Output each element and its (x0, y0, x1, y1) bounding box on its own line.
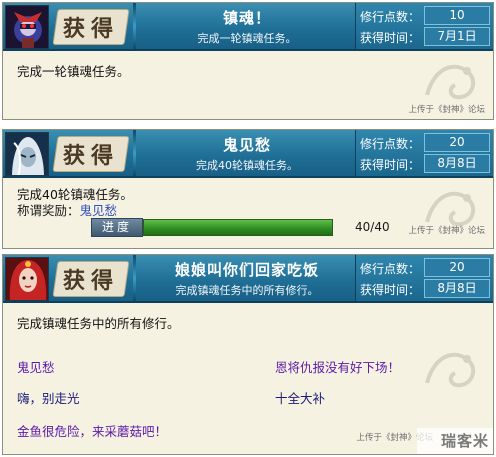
points-row: 修行点数： 20 (356, 133, 494, 153)
dragon-watermark-icon (425, 352, 476, 388)
points-label: 修行点数： (360, 262, 421, 276)
reward-title-link[interactable]: 鬼见愁 (80, 203, 118, 218)
header-divider (133, 255, 136, 301)
progress-count: 40/40 (355, 220, 390, 234)
reward-label: 称谓奖励： (17, 203, 80, 218)
obtained-stamp: 获得 (52, 136, 130, 172)
time-value: 7月1日 (424, 27, 490, 46)
time-label: 获得时间： (360, 158, 421, 172)
achievement-title: 镇魂！ (222, 9, 271, 27)
points-row: 修行点数： 20 (356, 258, 494, 278)
achievement-title: 鬼见愁 (222, 136, 271, 154)
reward-title: 鬼见愁 (17, 360, 55, 375)
achievement-subtitle: 完成40轮镇魂任务。 (196, 159, 298, 172)
progress-bar-fill (144, 220, 332, 235)
reward-title: 嗨，别走光 (17, 391, 80, 406)
achievement-body: 完成一轮镇魂任务。 上传于《封神》论坛 (3, 51, 493, 119)
achievement-title: 娘娘叫你们回家吃饭 (174, 261, 319, 279)
avatar-ghost (5, 132, 49, 176)
progress-label: 进度 (91, 218, 143, 237)
header-divider (133, 130, 136, 176)
achievement-card-1: 获得 镇魂！ 完成一轮镇魂任务。 修行点数： 10 获得时间： 7月1日 完成一… (2, 2, 494, 120)
achievement-description: 完成镇魂任务中的所有修行。 (17, 316, 180, 331)
achievement-body: 完成镇魂任务中的所有修行。 鬼见愁 恩将仇报没有好下场！ 嗨，别走光 十全大补 … (3, 303, 493, 454)
time-row: 获得时间： 8月8日 (356, 279, 494, 299)
points-row: 修行点数： 10 (356, 6, 494, 26)
obtained-stamp: 获得 (52, 9, 130, 45)
time-row: 获得时间： 7月1日 (356, 27, 494, 47)
achievement-header: 获得 鬼见愁 完成40轮镇魂任务。 修行点数： 20 获得时间： 8月8日 (3, 130, 493, 178)
achievement-subtitle: 完成镇魂任务中的所有修行。 (175, 284, 319, 297)
points-value: 20 (424, 133, 490, 152)
achievement-header: 获得 娘娘叫你们回家吃饭 完成镇魂任务中的所有修行。 修行点数： 20 获得时间… (3, 255, 493, 303)
time-row: 获得时间： 8月8日 (356, 154, 494, 174)
reward-title: 恩将仇报没有好下场！ (275, 360, 401, 375)
achievement-stats: 修行点数： 20 获得时间： 8月8日 (355, 255, 493, 301)
reward-title-line: 称谓奖励：鬼见愁 (17, 200, 117, 219)
time-value: 8月8日 (424, 154, 490, 173)
achievement-subtitle: 完成一轮镇魂任务。 (197, 32, 297, 45)
avatar-masked-warrior (5, 5, 49, 49)
obtained-stamp: 获得 (52, 261, 130, 297)
points-label: 修行点数： (360, 137, 421, 151)
avatar-red-haired-lady (5, 257, 49, 301)
points-value: 20 (424, 258, 490, 277)
time-value: 8月8日 (424, 279, 490, 298)
points-value: 10 (424, 6, 490, 25)
achievement-header: 获得 镇魂！ 完成一轮镇魂任务。 修行点数： 10 获得时间： 7月1日 (3, 3, 493, 51)
upload-note: 上传于《封神》论坛 (408, 226, 485, 236)
upload-note: 上传于《封神》论坛 (408, 105, 485, 115)
progress-bar (143, 219, 333, 236)
achievement-card-2: 获得 鬼见愁 完成40轮镇魂任务。 修行点数： 20 获得时间： 8月8日 完成… (2, 129, 494, 249)
reward-title: 金鱼很危险，来采蘑菇吧！ (17, 424, 168, 439)
achievement-stats: 修行点数： 10 获得时间： 7月1日 (355, 3, 493, 49)
corner-watermark: 瑞客米 (417, 428, 493, 454)
achievement-body: 完成40轮镇魂任务。 称谓奖励：鬼见愁 进度 40/40 上传于《封神》论坛 (3, 178, 493, 248)
achievement-description: 完成一轮镇魂任务。 (17, 64, 130, 79)
achievement-stats: 修行点数： 20 获得时间： 8月8日 (355, 130, 493, 176)
time-label: 获得时间： (360, 283, 421, 297)
achievement-card-3: 获得 娘娘叫你们回家吃饭 完成镇魂任务中的所有修行。 修行点数： 20 获得时间… (2, 254, 494, 455)
time-label: 获得时间： (360, 31, 421, 45)
header-divider (133, 3, 136, 49)
points-label: 修行点数： (360, 10, 421, 24)
reward-title: 十全大补 (275, 391, 326, 406)
